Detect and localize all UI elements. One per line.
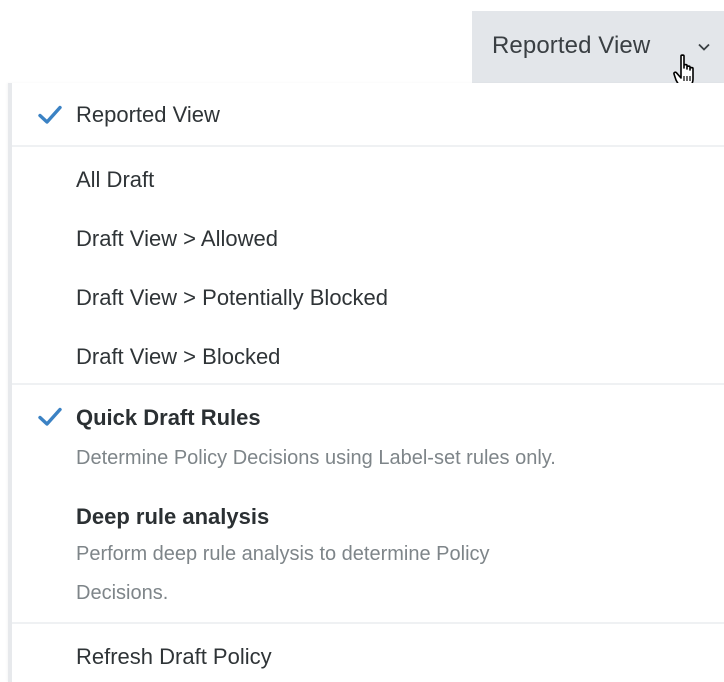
menu-item-reported-view[interactable]: Reported View — [76, 102, 220, 128]
deep-rule-analysis-description-line2: Decisions. — [76, 582, 169, 604]
menu-item-all-draft[interactable]: All Draft — [76, 167, 154, 193]
menu-item-deep-rule-analysis[interactable]: Deep rule analysis — [76, 504, 269, 530]
chevron-down-icon — [698, 43, 710, 51]
menu-item-draft-potentially-blocked[interactable]: Draft View > Potentially Blocked — [76, 285, 388, 311]
menu-item-refresh-draft-policy[interactable]: Refresh Draft Policy — [76, 644, 272, 670]
checkmark-icon — [38, 407, 62, 426]
menu-divider — [12, 383, 724, 385]
menu-item-draft-blocked[interactable]: Draft View > Blocked — [76, 344, 280, 370]
quick-draft-rules-description: Determine Policy Decisions using Label-s… — [76, 447, 556, 469]
view-dropdown-menu: Reported View All Draft Draft View > All… — [8, 83, 724, 682]
menu-divider — [12, 145, 724, 147]
menu-item-quick-draft-rules[interactable]: Quick Draft Rules — [76, 405, 261, 431]
view-dropdown-label: Reported View — [492, 32, 651, 59]
menu-divider — [12, 622, 724, 624]
checkmark-icon — [38, 105, 62, 124]
deep-rule-analysis-description-line1: Perform deep rule analysis to determine … — [76, 543, 490, 565]
menu-item-draft-allowed[interactable]: Draft View > Allowed — [76, 226, 278, 252]
